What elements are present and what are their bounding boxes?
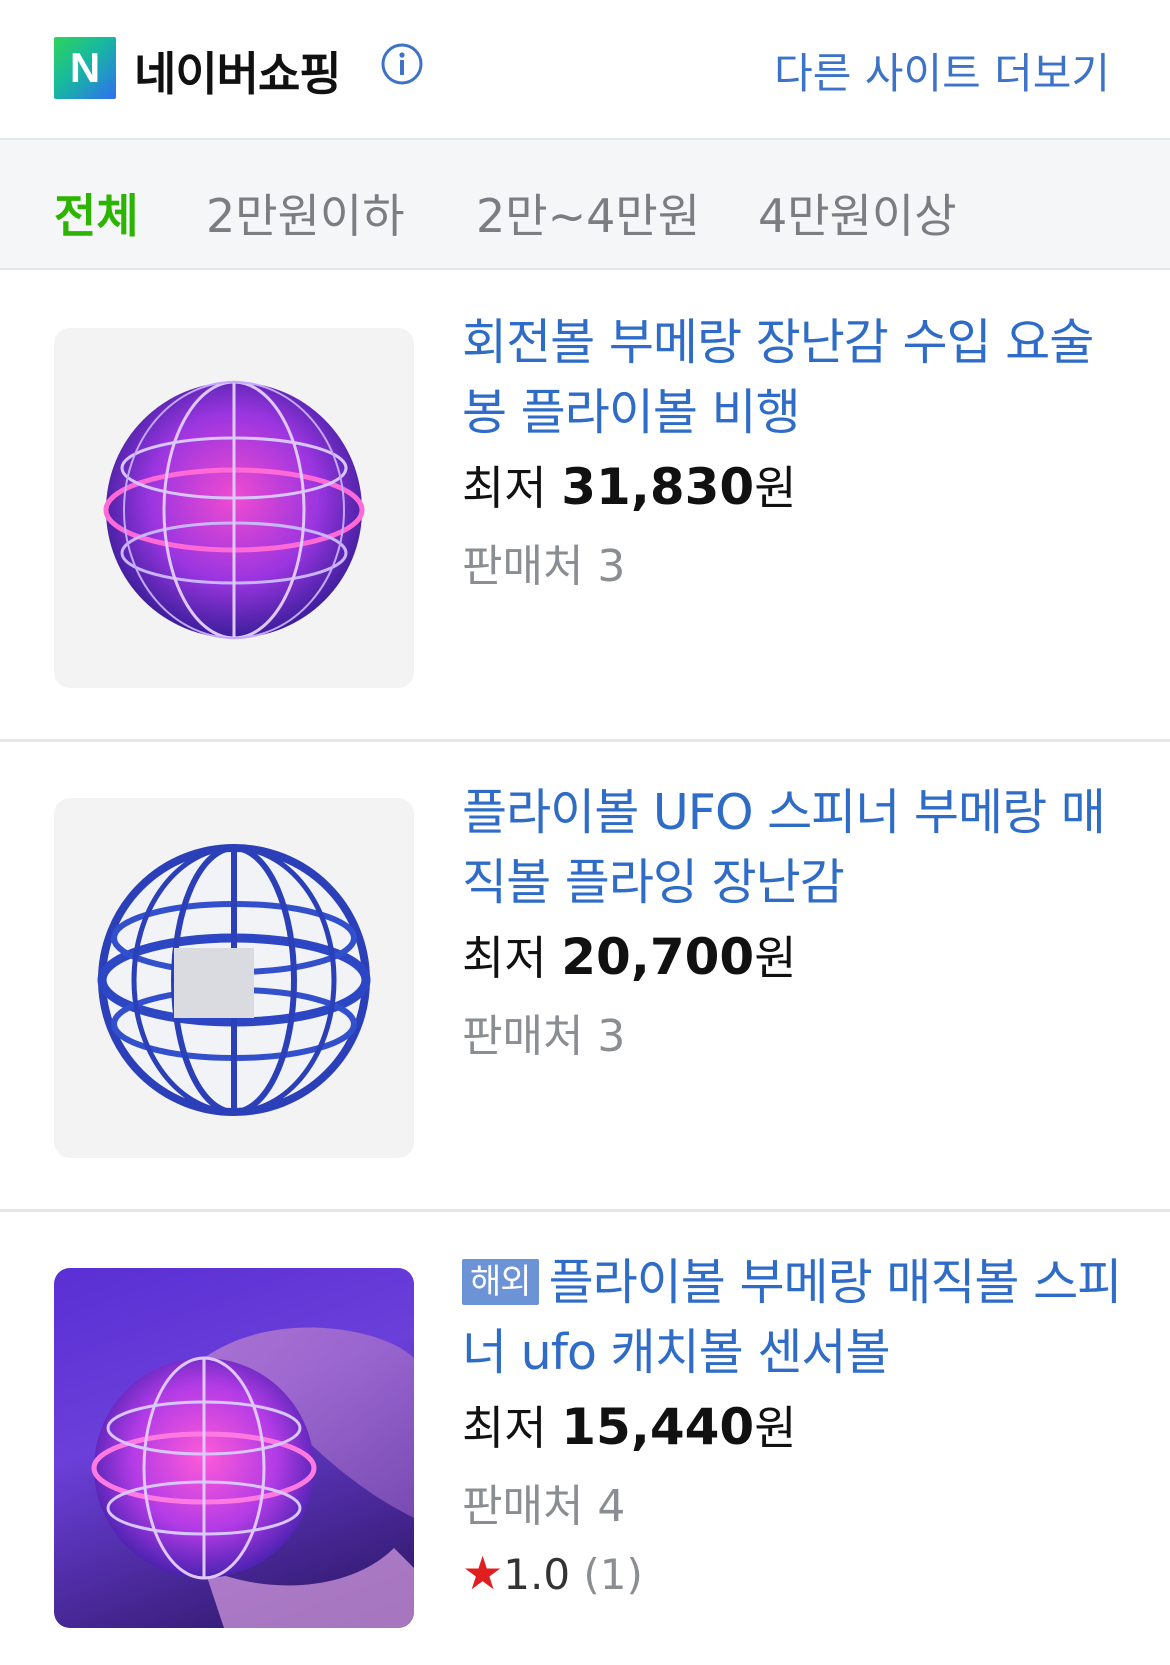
product-price: 최저 31,830원 bbox=[462, 452, 797, 518]
shopping-header: N 네이버쇼핑 다른 사이트 더보기 bbox=[0, 0, 1170, 140]
price-value: 15,440 bbox=[561, 1398, 755, 1456]
star-icon: ★ bbox=[462, 1546, 504, 1600]
brand-title[interactable]: 네이버쇼핑 bbox=[134, 38, 342, 104]
filter-tab-under-20k[interactable]: 2만원이하 bbox=[206, 180, 405, 246]
product-item[interactable]: 회전볼 부메랑 장난감 수입 요술봉 플라이볼 비행 최저 31,830원 판매… bbox=[0, 272, 1170, 742]
more-sites-link[interactable]: 다른 사이트 더보기 bbox=[774, 40, 1110, 101]
product-image[interactable] bbox=[54, 1268, 414, 1628]
review-count[interactable]: (1) bbox=[583, 1550, 643, 1599]
price-value: 31,830 bbox=[561, 458, 755, 516]
product-image[interactable] bbox=[54, 798, 414, 1158]
seller-count[interactable]: 판매처 3 bbox=[462, 1000, 625, 1064]
seller-count[interactable]: 판매처 3 bbox=[462, 530, 625, 594]
price-prefix: 최저 bbox=[462, 461, 547, 515]
product-title-text[interactable]: 플라이볼 부메랑 매직볼 스피너 ufo 캐치볼 센서볼 bbox=[462, 1254, 1122, 1381]
filter-tab-20k-40k[interactable]: 2만~4만원 bbox=[476, 180, 700, 246]
price-filter-bar: 전체 2만원이하 2만~4만원 4만원이상 bbox=[0, 140, 1170, 270]
product-rating: ★1.0 (1) bbox=[462, 1546, 643, 1600]
product-title[interactable]: 해외 플라이볼 부메랑 매직볼 스피너 ufo 캐치볼 센서볼 bbox=[462, 1248, 1122, 1388]
price-unit: 원 bbox=[754, 461, 797, 515]
product-price: 최저 20,700원 bbox=[462, 922, 797, 988]
price-unit: 원 bbox=[754, 931, 797, 985]
price-unit: 원 bbox=[754, 1401, 797, 1455]
price-prefix: 최저 bbox=[462, 1401, 547, 1455]
product-title[interactable]: 플라이볼 UFO 스피너 부메랑 매직볼 플라잉 장난감 bbox=[462, 778, 1122, 918]
seller-count[interactable]: 판매처 4 bbox=[462, 1470, 625, 1534]
product-price: 최저 15,440원 bbox=[462, 1392, 797, 1458]
filter-tab-over-40k[interactable]: 4만원이상 bbox=[758, 180, 957, 246]
price-value: 20,700 bbox=[561, 928, 755, 986]
rating-value: 1.0 bbox=[503, 1550, 571, 1599]
overseas-badge: 해외 bbox=[462, 1259, 539, 1305]
price-prefix: 최저 bbox=[462, 931, 547, 985]
product-item[interactable]: 플라이볼 UFO 스피너 부메랑 매직볼 플라잉 장난감 최저 20,700원 … bbox=[0, 742, 1170, 1212]
product-item[interactable]: 해외 플라이볼 부메랑 매직볼 스피너 ufo 캐치볼 센서볼 최저 15,440… bbox=[0, 1212, 1170, 1665]
product-title[interactable]: 회전볼 부메랑 장난감 수입 요술봉 플라이볼 비행 bbox=[462, 308, 1122, 448]
product-image[interactable] bbox=[54, 328, 414, 688]
info-icon[interactable] bbox=[380, 42, 424, 86]
filter-tab-all[interactable]: 전체 bbox=[54, 180, 139, 246]
logo-letter: N bbox=[69, 44, 101, 91]
naver-logo[interactable]: N bbox=[54, 37, 116, 99]
